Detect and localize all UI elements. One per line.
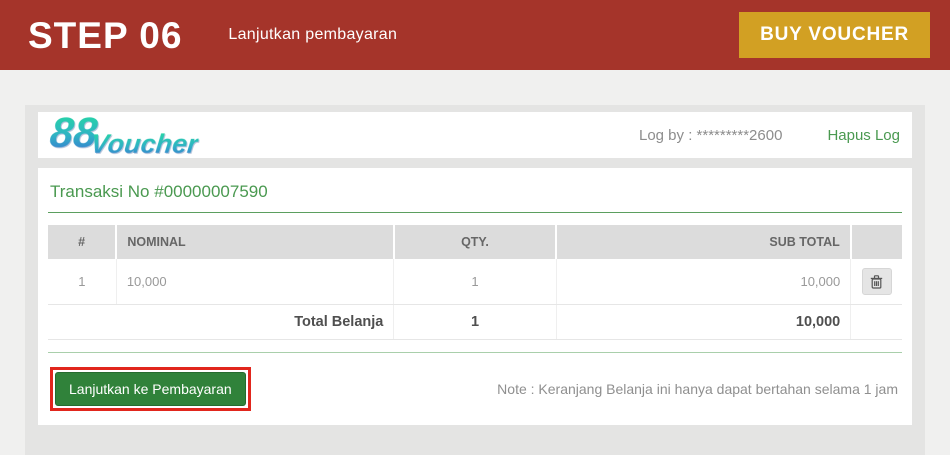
site-logo[interactable]: 88Voucher	[48, 112, 202, 158]
column-header-qty: QTY.	[394, 225, 556, 259]
column-header-nominal: NOMINAL	[116, 225, 394, 259]
content-card: 88Voucher Log by : *********2600 Hapus L…	[25, 105, 925, 455]
panel-footer: Lanjutkan ke Pembayaran Note : Keranjang…	[48, 367, 902, 411]
note-text: Note : Keranjang Belanja ini hanya dapat…	[497, 381, 902, 397]
step-subtitle: Lanjutkan pembayaran	[228, 26, 397, 44]
annotation-highlight: Lanjutkan ke Pembayaran	[50, 367, 251, 411]
logo-voucher: Voucher	[89, 131, 199, 158]
cell-actions	[851, 259, 902, 305]
step-label: STEP 06	[28, 17, 182, 54]
header-right: Log by : *********2600 Hapus Log	[639, 127, 900, 144]
log-by-text: Log by : *********2600	[639, 127, 782, 144]
cell-nominal: 10,000	[116, 259, 394, 305]
total-qty: 1	[394, 305, 556, 340]
column-header-actions	[851, 225, 902, 259]
cart-table: # NOMINAL QTY. SUB TOTAL 1 10,000 1 10,0…	[48, 225, 902, 340]
total-label: Total Belanja	[48, 305, 394, 340]
transaction-title: Transaksi No #00000007590	[50, 182, 902, 202]
hapus-log-link[interactable]: Hapus Log	[827, 127, 900, 144]
total-actions-empty	[851, 305, 902, 340]
buy-voucher-button[interactable]: BUY VOUCHER	[739, 12, 930, 58]
title-divider	[48, 212, 902, 213]
cell-qty: 1	[394, 259, 556, 305]
cell-num: 1	[48, 259, 116, 305]
total-row: Total Belanja 1 10,000	[48, 305, 902, 340]
cell-subtotal: 10,000	[556, 259, 851, 305]
site-header: 88Voucher Log by : *********2600 Hapus L…	[38, 112, 912, 158]
delete-row-button[interactable]	[862, 268, 892, 295]
table-header-row: # NOMINAL QTY. SUB TOTAL	[48, 225, 902, 259]
proceed-payment-button[interactable]: Lanjutkan ke Pembayaran	[55, 372, 246, 406]
total-subtotal: 10,000	[556, 305, 851, 340]
column-header-num: #	[48, 225, 116, 259]
step-banner: STEP 06 Lanjutkan pembayaran BUY VOUCHER	[0, 0, 950, 70]
transaction-panel: Transaksi No #00000007590 # NOMINAL QTY.…	[38, 168, 912, 425]
table-row: 1 10,000 1 10,000	[48, 259, 902, 305]
trash-icon	[870, 275, 883, 289]
footer-divider	[48, 352, 902, 353]
column-header-subtotal: SUB TOTAL	[556, 225, 851, 259]
